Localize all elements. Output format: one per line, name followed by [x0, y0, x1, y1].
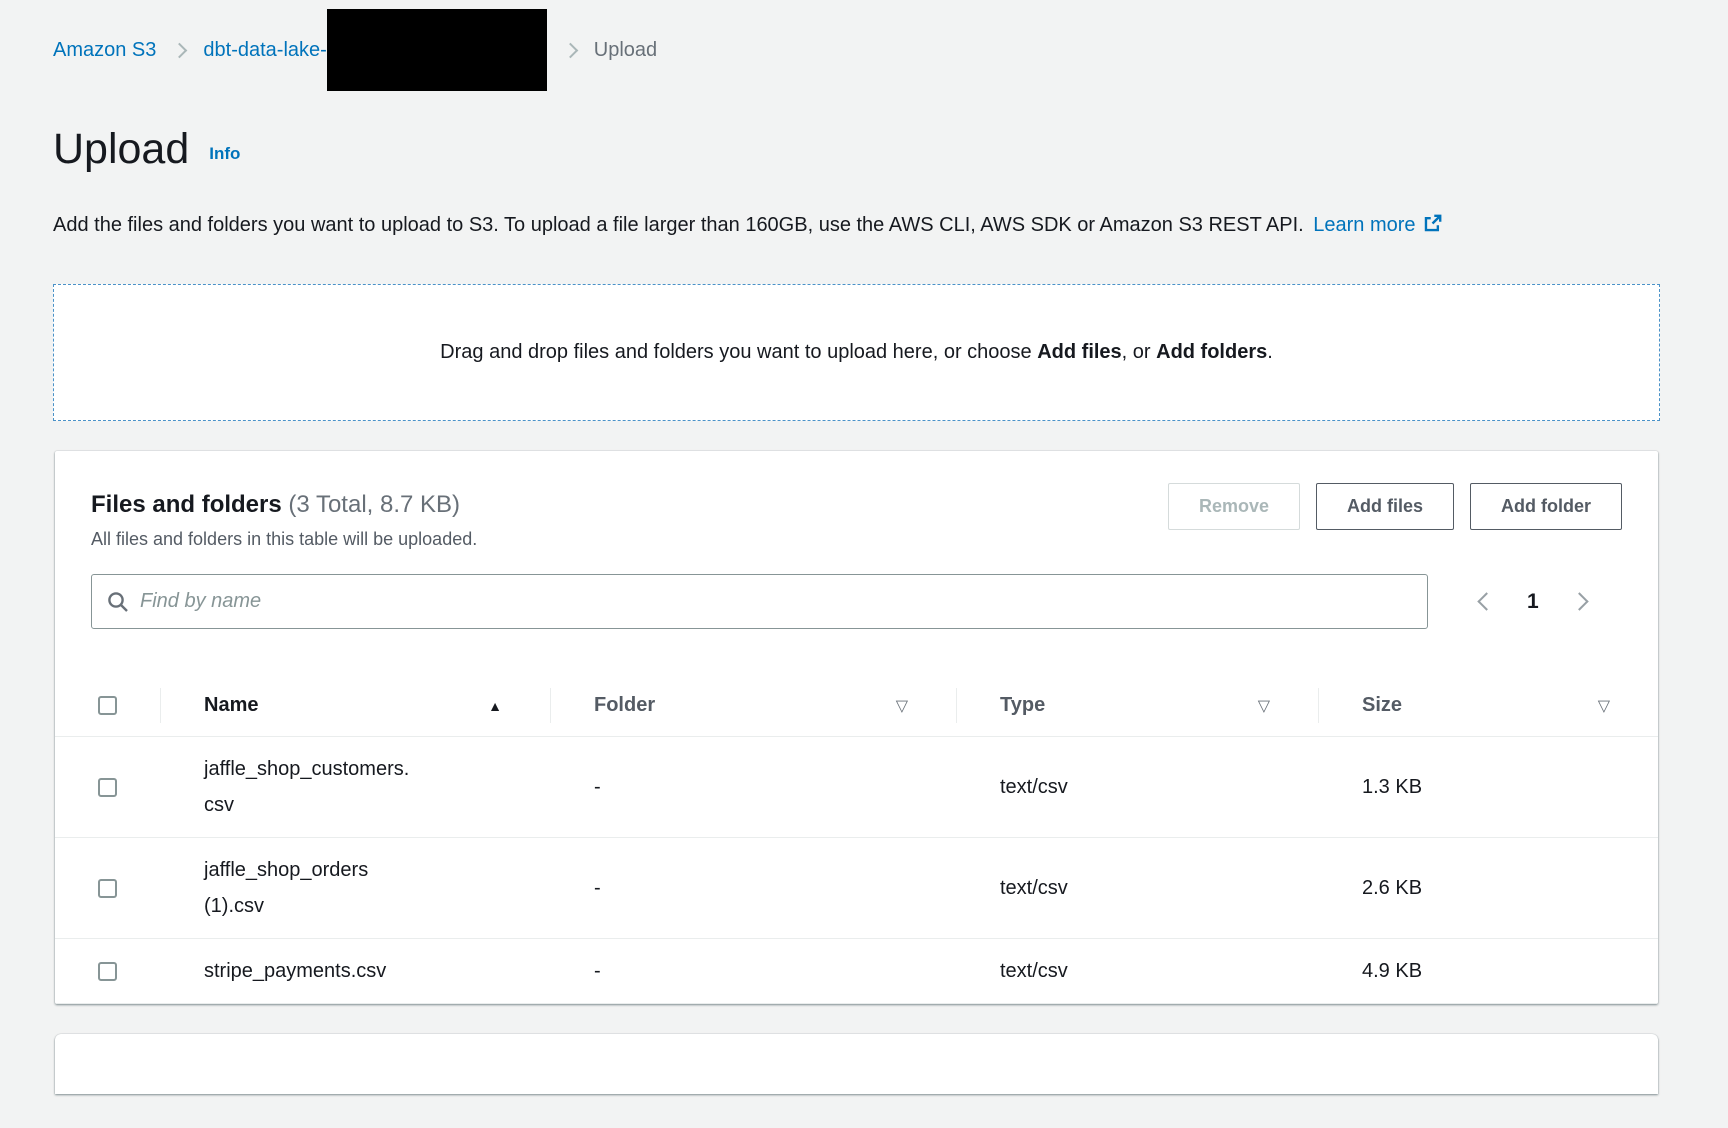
column-header-name[interactable]: Name ▲: [160, 675, 550, 736]
redacted-bucket-name: [327, 9, 547, 91]
next-section-panel: [55, 1034, 1658, 1094]
page-content: Amazon S3 dbt-data-lake- Upload Upload I…: [0, 0, 1728, 1094]
row-checkbox[interactable]: [98, 879, 117, 898]
dropzone-text: Drag and drop files and folders you want…: [440, 341, 1273, 364]
select-all-cell: [55, 675, 160, 736]
page-description: Add the files and folders you want to up…: [53, 207, 1501, 244]
files-panel-title-block: Files and folders (3 Total, 8.7 KB) All …: [91, 483, 477, 550]
files-count-summary: (3 Total, 8.7 KB): [282, 491, 460, 518]
chevron-right-icon: [563, 42, 579, 58]
learn-more-link[interactable]: Learn more: [1313, 214, 1415, 236]
drag-drop-zone[interactable]: Drag and drop files and folders you want…: [53, 284, 1660, 421]
description-text: Add the files and folders you want to up…: [53, 214, 1304, 236]
row-checkbox[interactable]: [98, 778, 117, 797]
cell-name: jaffle_shop_orders (1).csv: [160, 837, 550, 938]
search-box: [91, 574, 1428, 629]
table-toolbar: 1: [91, 574, 1622, 629]
page-title: Upload: [53, 126, 189, 173]
search-icon: [106, 590, 130, 614]
cell-folder: -: [550, 736, 956, 837]
cell-type: text/csv: [956, 938, 1318, 1003]
remove-button[interactable]: Remove: [1168, 483, 1300, 530]
add-folder-button[interactable]: Add folder: [1470, 483, 1622, 530]
sort-ascending-icon: ▲: [488, 698, 502, 714]
table-row: jaffle_shop_customers.csv - text/csv 1.3…: [55, 736, 1658, 837]
breadcrumb: Amazon S3 dbt-data-lake- Upload: [53, 0, 1660, 100]
files-table-wrap: Name ▲ Folder ▽ Type: [55, 675, 1658, 1004]
cell-type: text/csv: [956, 837, 1318, 938]
select-all-checkbox[interactable]: [98, 696, 117, 715]
files-table: Name ▲ Folder ▽ Type: [55, 675, 1658, 1004]
table-header-row: Name ▲ Folder ▽ Type: [55, 675, 1658, 736]
panel-actions: Remove Add files Add folder: [1168, 483, 1622, 530]
files-panel-header: Files and folders (3 Total, 8.7 KB) All …: [91, 483, 1622, 550]
files-panel: Files and folders (3 Total, 8.7 KB) All …: [55, 451, 1658, 1004]
sort-down-icon: ▽: [1598, 696, 1610, 716]
cell-size: 4.9 KB: [1318, 938, 1658, 1003]
sort-down-icon: ▽: [896, 696, 908, 716]
cell-type: text/csv: [956, 736, 1318, 837]
page-header: Upload Info: [53, 126, 1660, 173]
breadcrumb-bucket[interactable]: dbt-data-lake-: [203, 39, 326, 62]
previous-page-icon[interactable]: [1477, 593, 1495, 611]
breadcrumb-current: Upload: [594, 39, 657, 62]
external-link-icon: [1423, 214, 1442, 233]
table-row: jaffle_shop_orders (1).csv - text/csv 2.…: [55, 837, 1658, 938]
cell-name: jaffle_shop_customers.csv: [160, 736, 550, 837]
info-link[interactable]: Info: [209, 144, 240, 164]
pagination: 1: [1480, 590, 1586, 614]
dropzone-add-folders-label: Add folders: [1156, 341, 1267, 363]
dropzone-add-files-label: Add files: [1037, 341, 1121, 363]
next-page-icon[interactable]: [1570, 593, 1588, 611]
add-files-button[interactable]: Add files: [1316, 483, 1454, 530]
row-checkbox[interactable]: [98, 962, 117, 981]
cell-size: 1.3 KB: [1318, 736, 1658, 837]
breadcrumb-amazon-s3[interactable]: Amazon S3: [53, 39, 156, 62]
files-panel-subtitle: All files and folders in this table will…: [91, 529, 477, 550]
column-header-folder[interactable]: Folder ▽: [550, 675, 956, 736]
page-number[interactable]: 1: [1527, 590, 1539, 614]
column-header-size[interactable]: Size ▽: [1318, 675, 1658, 736]
cell-name: stripe_payments.csv: [160, 938, 550, 1003]
column-header-type[interactable]: Type ▽: [956, 675, 1318, 736]
cell-folder: -: [550, 837, 956, 938]
chevron-right-icon: [172, 42, 188, 58]
cell-size: 2.6 KB: [1318, 837, 1658, 938]
cell-folder: -: [550, 938, 956, 1003]
search-input[interactable]: [140, 590, 1413, 613]
table-row: stripe_payments.csv - text/csv 4.9 KB: [55, 938, 1658, 1003]
files-panel-title: Files and folders (3 Total, 8.7 KB): [91, 483, 477, 519]
sort-down-icon: ▽: [1258, 696, 1270, 716]
